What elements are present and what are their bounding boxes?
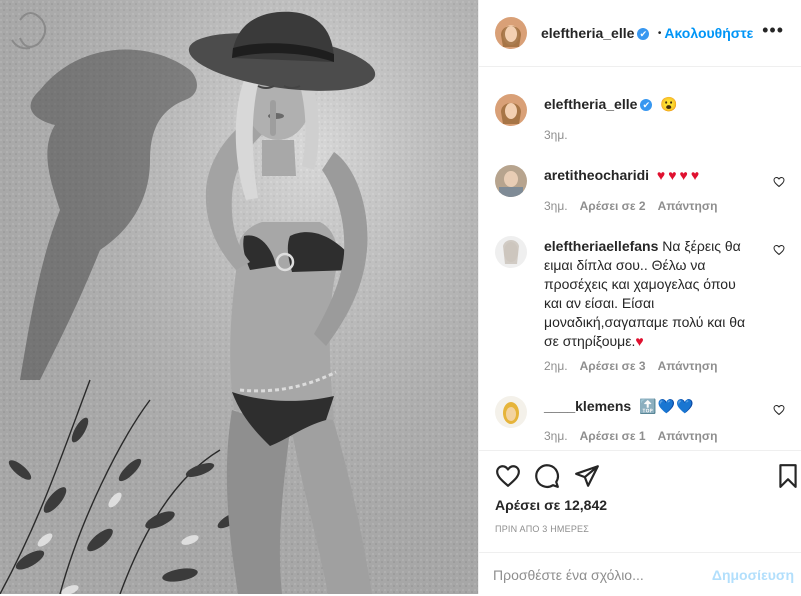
- comment-text: aretitheocharidi ♥♥♥♥: [544, 166, 759, 185]
- post-actions: Αρέσει σε 12,842 ΠΡΙΝ ΑΠΟ 3 ΗΜΕΡΕΣ Προσθ…: [479, 450, 801, 595]
- comment-time[interactable]: 3ημ.: [544, 199, 568, 213]
- dot-separator: •: [657, 28, 662, 39]
- red-heart-emoji: ♥: [635, 333, 644, 349]
- red-hearts-emoji: ♥♥♥♥: [656, 167, 703, 183]
- avatar-image: [495, 17, 527, 49]
- like-comment-heart-icon[interactable]: [773, 404, 785, 416]
- avatar-image: [495, 236, 527, 268]
- caption-username[interactable]: eleftheria_elle: [544, 96, 637, 112]
- follow-button[interactable]: Ακολουθήστε: [664, 25, 753, 41]
- comment-item: ____klemens 🔝💙💙 3ημ. Αρέσει σε 1 Απάντηση: [495, 389, 785, 444]
- top-and-blue-hearts-emoji: 🔝💙💙: [639, 398, 695, 414]
- reply-button[interactable]: Απάντηση: [658, 199, 718, 213]
- author-username[interactable]: eleftheria_elle: [541, 25, 634, 41]
- avatar-image: [495, 94, 527, 126]
- post-side-panel: eleftheria_elle ✔ • Ακολουθήστε ••• elefth…: [478, 0, 801, 594]
- commenter-username[interactable]: aretitheocharidi: [544, 167, 649, 183]
- comment-item: eleftheriaellefans Να ξέρεις θα ειμαι δί…: [495, 229, 785, 379]
- commenter-avatar[interactable]: [495, 236, 527, 268]
- comment-body-line: προσέχεις και χαμογελας όπου: [544, 276, 736, 292]
- verified-badge-icon: ✔: [640, 99, 653, 111]
- comment-line-1: eleftheriaellefans Να ξέρεις θα: [544, 237, 759, 256]
- comment-text: ____klemens 🔝💙💙: [544, 397, 759, 416]
- add-comment-input[interactable]: Προσθέστε ένα σχόλιο...: [493, 567, 644, 583]
- comment-body-line: σε στηρίξουμε.: [544, 333, 636, 349]
- caption: eleftheria_elle ✔ 😮 3ημ.: [495, 87, 785, 142]
- comment-meta: 2ημ. Αρέσει σε 3 Απάντηση: [544, 359, 717, 373]
- comment-bubble-icon[interactable]: [534, 463, 560, 489]
- comment-likes[interactable]: Αρέσει σε 3: [580, 359, 646, 373]
- commenter-avatar[interactable]: [495, 165, 527, 197]
- avatar-image: [495, 165, 527, 197]
- caption-body: 😮: [660, 96, 678, 112]
- instagram-post-modal: eleftheria_elle ✔ • Ακολουθήστε ••• elefth…: [0, 0, 801, 594]
- like-comment-heart-icon[interactable]: [773, 244, 785, 256]
- post-header: eleftheria_elle ✔ • Ακολουθήστε •••: [479, 0, 801, 67]
- paper-plane-icon[interactable]: [574, 463, 600, 489]
- add-comment-bar: Προσθέστε ένα σχόλιο... Δημοσίευση: [479, 552, 801, 596]
- more-options-icon[interactable]: •••: [762, 21, 784, 39]
- photo-illustration: [0, 0, 478, 594]
- comment-body-line: μοναδική,σαγαπαμε πολύ και θα: [544, 314, 746, 330]
- commenter-avatar[interactable]: [495, 396, 527, 428]
- comment-last-line: σε στηρίξουμε.♥: [544, 332, 759, 351]
- comment-likes[interactable]: Αρέσει σε 2: [580, 199, 646, 213]
- like-comment-heart-icon[interactable]: [773, 176, 785, 188]
- post-comment-button[interactable]: Δημοσίευση: [712, 567, 794, 583]
- comment-text: eleftheriaellefans Να ξέρεις θα ειμαι δί…: [544, 237, 759, 351]
- heart-outline-icon[interactable]: [495, 463, 521, 489]
- comment-body-line: και αν είσαι. Είσαι: [544, 295, 655, 311]
- author-avatar[interactable]: [495, 17, 527, 49]
- caption-time[interactable]: 3ημ.: [544, 128, 568, 142]
- comment-item: aretitheocharidi ♥♥♥♥ 3ημ. Αρέσει σε 2 Απά…: [495, 158, 785, 218]
- reply-button[interactable]: Απάντηση: [658, 429, 718, 443]
- commenter-username[interactable]: ____klemens: [544, 398, 631, 414]
- bookmark-icon[interactable]: [775, 463, 801, 489]
- comment-body-line: ειμαι δίπλα σου.. Θέλω να: [544, 257, 706, 273]
- verified-badge-icon: ✔: [637, 28, 650, 40]
- comment-time[interactable]: 3ημ.: [544, 429, 568, 443]
- header-user-line: eleftheria_elle ✔ • Ακολουθήστε: [541, 25, 753, 43]
- reply-button[interactable]: Απάντηση: [658, 359, 718, 373]
- post-photo[interactable]: [0, 0, 478, 594]
- comment-meta: 3ημ. Αρέσει σε 1 Απάντηση: [544, 429, 717, 443]
- caption-text: eleftheria_elle ✔ 😮: [544, 95, 759, 114]
- commenter-username[interactable]: eleftheriaellefans: [544, 238, 658, 254]
- comment-body-line: Να ξέρεις θα: [662, 238, 741, 254]
- comment-meta: 3ημ. Αρέσει σε 2 Απάντηση: [544, 199, 717, 213]
- caption-avatar[interactable]: [495, 94, 527, 126]
- post-timestamp[interactable]: ΠΡΙΝ ΑΠΟ 3 ΗΜΕΡΕΣ: [495, 524, 589, 534]
- avatar-image: [495, 396, 527, 428]
- comment-likes[interactable]: Αρέσει σε 1: [580, 429, 646, 443]
- comment-time[interactable]: 2ημ.: [544, 359, 568, 373]
- likes-count[interactable]: Αρέσει σε 12,842: [495, 497, 607, 513]
